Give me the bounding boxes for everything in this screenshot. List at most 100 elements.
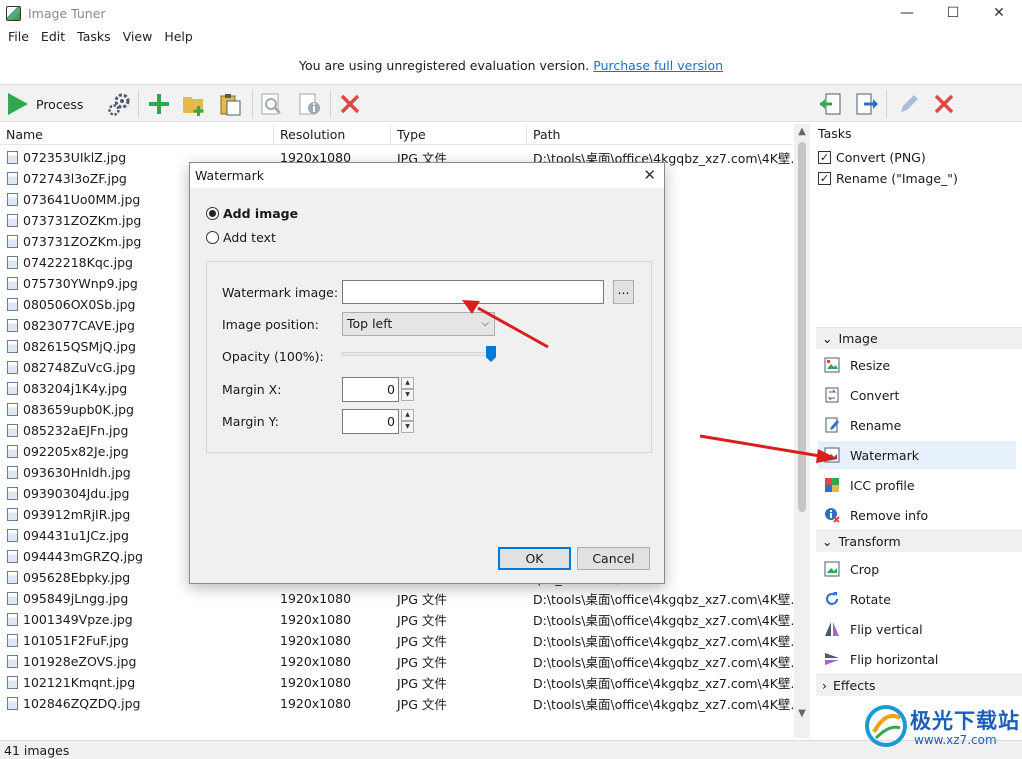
action-icc-profile[interactable]: ICC profile — [818, 471, 1016, 499]
file-icon — [7, 340, 18, 353]
file-icon — [7, 151, 18, 164]
edit-task-icon[interactable] — [896, 91, 922, 117]
stepper-up-icon[interactable]: ▲ — [401, 377, 414, 389]
margin-x-input[interactable]: 0 — [342, 377, 399, 402]
group-transform[interactable]: ⌄ Transform — [816, 530, 1022, 552]
task-checkbox[interactable]: ✓ — [818, 151, 831, 164]
file-name-cell: 102121Kmqnt.jpg — [0, 675, 274, 690]
scroll-thumb[interactable] — [798, 142, 806, 512]
browse-button[interactable]: ... — [613, 280, 634, 304]
table-row[interactable]: 102121Kmqnt.jpg 1920x1080 JPG 文件 D:\tools\桌… — [0, 672, 793, 693]
action-flip-horizontal[interactable]: Flip horizontal — [818, 645, 1016, 673]
task-checkbox[interactable]: ✓ — [818, 172, 831, 185]
action-convert[interactable]: Convert — [818, 381, 1016, 409]
action-crop[interactable]: Crop — [818, 555, 1016, 583]
evaluation-notice: You are using unregistered evaluation ve… — [0, 50, 1022, 82]
file-name: 080506OX0Sb.jpg — [23, 297, 136, 312]
table-row[interactable]: 1001349Vpze.jpg 1920x1080 JPG 文件 D:\tools\桌… — [0, 609, 793, 630]
margin-y-stepper[interactable]: ▲ ▼ — [401, 409, 414, 434]
remove-icon[interactable] — [337, 91, 363, 117]
menu-file[interactable]: File — [2, 27, 35, 47]
action-resize[interactable]: Resize — [818, 351, 1016, 379]
file-icon — [7, 697, 18, 710]
file-name: 082748ZuVcG.jpg — [23, 360, 136, 375]
path-cell: D:\tools\桌面\office\4kgqbz_xz7.com\4K壁... — [533, 697, 793, 712]
group-image[interactable]: ⌄ Image — [816, 327, 1022, 349]
task-label: Convert (PNG) — [836, 150, 926, 165]
menu-help[interactable]: Help — [158, 27, 199, 47]
watermark-image-label: Watermark image: — [222, 285, 339, 300]
process-button[interactable]: Process — [8, 91, 83, 117]
paste-icon[interactable] — [218, 91, 244, 117]
stepper-down-icon[interactable]: ▼ — [401, 421, 414, 433]
file-icon — [7, 550, 18, 563]
aurora-logo-icon — [865, 705, 907, 747]
table-row[interactable]: 101051F2FuF.jpg 1920x1080 JPG 文件 D:\tools\桌… — [0, 630, 793, 651]
stepper-up-icon[interactable]: ▲ — [401, 409, 414, 421]
file-icon — [7, 424, 18, 437]
column-resolution[interactable]: Resolution — [274, 124, 391, 144]
menu-tasks[interactable]: Tasks — [71, 27, 117, 47]
close-button[interactable]: ✕ — [976, 0, 1022, 27]
table-row[interactable]: 102846ZQZDQ.jpg 1920x1080 JPG 文件 D:\tools\桌… — [0, 693, 793, 714]
margin-y-input[interactable]: 0 — [342, 409, 399, 434]
file-icon — [7, 277, 18, 290]
file-name-cell: 102846ZQZDQ.jpg — [0, 696, 274, 711]
stepper-down-icon[interactable]: ▼ — [401, 389, 414, 401]
file-name: 07422218Kqc.jpg — [23, 255, 133, 270]
vertical-scrollbar[interactable]: ▲ ▼ — [794, 124, 810, 738]
action-watermark[interactable]: Watermark — [818, 441, 1016, 469]
column-type[interactable]: Type — [391, 124, 527, 144]
chevron-down-icon: ⌵ — [481, 318, 489, 329]
maximize-button[interactable]: ☐ — [930, 0, 976, 27]
flip-horizontal-icon — [825, 653, 839, 665]
scroll-down-icon[interactable]: ▼ — [794, 706, 810, 722]
table-row[interactable]: 101928eZOVS.jpg 1920x1080 JPG 文件 D:\tools\桌… — [0, 651, 793, 672]
action-rotate[interactable]: Rotate — [818, 585, 1016, 613]
file-icon — [7, 676, 18, 689]
file-info-icon[interactable] — [297, 91, 323, 117]
margin-x-stepper[interactable]: ▲ ▼ — [401, 377, 414, 402]
action-flip-vertical[interactable]: Flip vertical — [818, 615, 1016, 643]
file-name: 101928eZOVS.jpg — [23, 654, 137, 669]
preview-icon[interactable] — [259, 91, 285, 117]
opacity-slider-track[interactable] — [342, 352, 490, 356]
scroll-up-icon[interactable]: ▲ — [794, 124, 810, 140]
image-position-select[interactable]: Top left ⌵ — [342, 312, 495, 336]
menu-edit[interactable]: Edit — [35, 27, 71, 47]
file-name: 0823077CAVE.jpg — [23, 318, 135, 333]
watermark-image-input[interactable] — [342, 280, 604, 304]
minimize-button[interactable]: — — [884, 0, 930, 27]
settings-gears-icon[interactable] — [106, 91, 132, 117]
file-name: 094443mGRZQ.jpg — [23, 549, 143, 564]
menu-bar: File Edit Tasks View Help — [0, 27, 199, 47]
task-rename[interactable]: ✓ Rename ("Image_") — [818, 171, 958, 186]
ok-button[interactable]: OK — [498, 547, 571, 570]
table-header: Name Resolution Type Path — [0, 124, 793, 145]
task-label: Rename ("Image_") — [836, 171, 958, 186]
add-folder-icon[interactable] — [181, 91, 207, 117]
add-files-icon[interactable] — [146, 91, 172, 117]
table-row[interactable]: 095849jLngg.jpg 1920x1080 JPG 文件 D:\tools\桌… — [0, 588, 793, 609]
action-remove-info[interactable]: Remove info — [818, 501, 1016, 529]
menu-view[interactable]: View — [117, 27, 159, 47]
file-icon — [7, 298, 18, 311]
purchase-link[interactable]: Purchase full version — [593, 58, 723, 73]
column-name[interactable]: Name — [0, 124, 274, 144]
add-text-radio[interactable]: Add text — [206, 230, 276, 245]
export-tasks-icon[interactable] — [854, 91, 880, 117]
watermark-dialog: Watermark ✕ Add image Add text Watermark… — [189, 162, 665, 584]
group-effects[interactable]: › Effects — [816, 674, 1022, 696]
file-icon — [7, 319, 18, 332]
action-rename[interactable]: Rename — [818, 411, 1016, 439]
delete-task-icon[interactable] — [931, 91, 957, 117]
resize-icon — [824, 357, 840, 373]
task-convert[interactable]: ✓ Convert (PNG) — [818, 150, 926, 165]
file-icon — [7, 508, 18, 521]
cancel-button[interactable]: Cancel — [577, 547, 650, 570]
dialog-close-icon[interactable]: ✕ — [643, 166, 656, 184]
resolution-cell: 1920x1080 — [280, 696, 352, 711]
import-tasks-icon[interactable] — [818, 91, 844, 117]
add-image-radio[interactable]: Add image — [206, 206, 298, 221]
column-path[interactable]: Path — [527, 124, 793, 144]
